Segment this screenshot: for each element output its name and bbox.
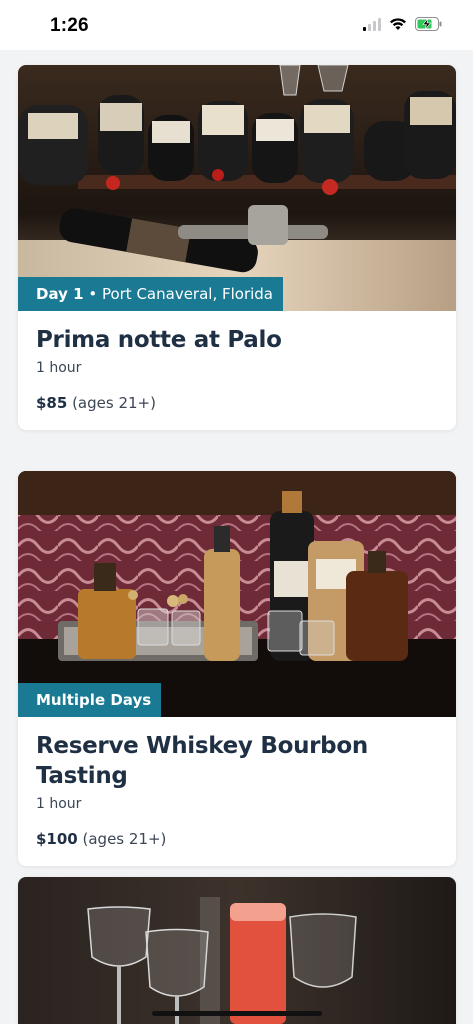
status-bar: 1:26 bbox=[0, 0, 473, 50]
whiskey-bottles-image bbox=[18, 471, 456, 717]
price-note: (ages 21+) bbox=[67, 394, 156, 412]
status-icons bbox=[363, 17, 443, 31]
card-duration: 1 hour bbox=[36, 796, 82, 812]
price-note: (ages 21+) bbox=[77, 830, 167, 848]
card-title: Reserve Whiskey Bourbon Tasting bbox=[36, 733, 368, 789]
battery-charging-icon bbox=[415, 17, 442, 31]
card-image: Day 1 • Port Canaveral, Florida bbox=[18, 65, 456, 311]
day-badge: Multiple Days bbox=[18, 683, 162, 717]
card-price: $85 (ages 21+) bbox=[36, 394, 438, 412]
card-image: Multiple Days bbox=[18, 471, 456, 717]
cellular-signal-icon bbox=[363, 17, 381, 31]
day-badge-location: • Port Canaveral, Florida bbox=[83, 285, 274, 303]
card-body: Prima notte at Palo 1 hour $85 (ages 21+… bbox=[18, 311, 456, 430]
experience-card[interactable]: Multiple Days Reserve Whiskey Bourbon Ta… bbox=[18, 471, 456, 866]
wine-bottles-image bbox=[18, 65, 456, 311]
price-amount: $85 bbox=[36, 394, 68, 412]
card-body: Reserve Whiskey Bourbon Tasting 1 hour $… bbox=[18, 717, 456, 866]
card-title: Prima notte at Palo bbox=[36, 327, 282, 353]
wifi-icon bbox=[390, 18, 406, 30]
day-badge: Day 1 • Port Canaveral, Florida bbox=[18, 277, 284, 311]
status-time: 1:26 bbox=[50, 15, 89, 36]
card-image bbox=[18, 877, 456, 1024]
day-badge-label: Day 1 bbox=[36, 285, 84, 303]
experience-card[interactable] bbox=[18, 877, 456, 1024]
home-indicator[interactable] bbox=[152, 1011, 322, 1016]
day-badge-label: Multiple Days bbox=[36, 691, 152, 709]
card-price: $100 (ages 21+) bbox=[36, 830, 438, 848]
card-duration: 1 hour bbox=[36, 360, 82, 376]
cocktail-glasses-image bbox=[18, 877, 456, 1024]
price-amount: $100 bbox=[36, 830, 78, 848]
experience-card[interactable]: Day 1 • Port Canaveral, Florida Prima no… bbox=[18, 65, 456, 430]
